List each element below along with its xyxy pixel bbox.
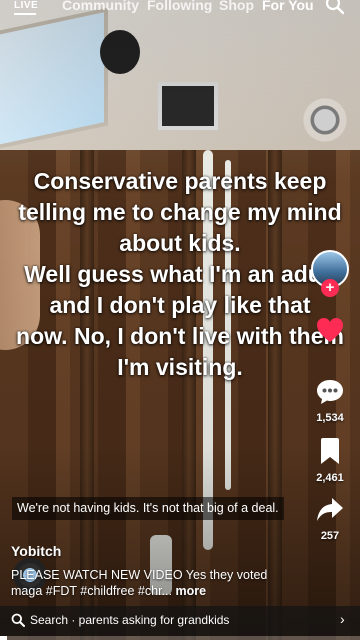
tab-shop[interactable]: Shop (219, 0, 254, 13)
bookmark-button[interactable]: 2,461 (300, 437, 360, 484)
assistive-touch-button[interactable] (300, 95, 350, 145)
chevron-right-icon: › (340, 611, 345, 627)
tab-following[interactable]: Following (147, 0, 212, 13)
search-icon (11, 613, 25, 627)
creator-username[interactable]: Yobitch (11, 543, 61, 559)
live-underline (14, 13, 36, 15)
more-link[interactable]: more (175, 584, 206, 598)
comment-count: 1,534 (316, 412, 344, 424)
video-feed-screen: LIVE Community Following Shop For You Co… (0, 0, 360, 640)
video-progress-bar[interactable] (0, 636, 360, 640)
tab-community[interactable]: Community (62, 0, 139, 13)
progress-fill (0, 636, 8, 640)
caption-line: telling me to change my mind (18, 199, 342, 225)
comment-button[interactable]: 1,534 (300, 378, 360, 424)
like-button[interactable] (300, 317, 360, 350)
follow-button[interactable]: + (321, 279, 339, 297)
share-count: 257 (320, 530, 340, 542)
related-search-text: Search · parents asking for grandkids (30, 613, 230, 627)
post-description[interactable]: PLEASE WATCH NEW VIDEO Yes they voted ma… (11, 567, 291, 599)
top-nav: LIVE Community Following Shop For You (0, 0, 360, 22)
caption-line: Conservative parents keep (33, 168, 327, 194)
tab-for-you[interactable]: For You (262, 0, 314, 13)
heart-icon (317, 318, 343, 342)
caption-line: about kids. (119, 230, 241, 256)
related-search-bar[interactable]: Search · parents asking for grandkids › (0, 606, 360, 636)
share-button[interactable]: 257 (300, 497, 360, 542)
video-caption: Conservative parents keep telling me to … (0, 166, 360, 383)
description-text: PLEASE WATCH NEW VIDEO Yes they voted ma… (11, 568, 268, 598)
comment-icon (317, 380, 343, 404)
caption-line: Well guess what I'm an adult (24, 261, 336, 287)
auto-subtitle: We're not having kids. It's not that big… (12, 497, 284, 520)
bookmark-count: 2,461 (316, 472, 344, 484)
bookmark-icon (321, 438, 339, 464)
share-icon (317, 498, 343, 521)
live-button[interactable]: LIVE (14, 0, 38, 11)
search-icon[interactable] (325, 0, 345, 15)
